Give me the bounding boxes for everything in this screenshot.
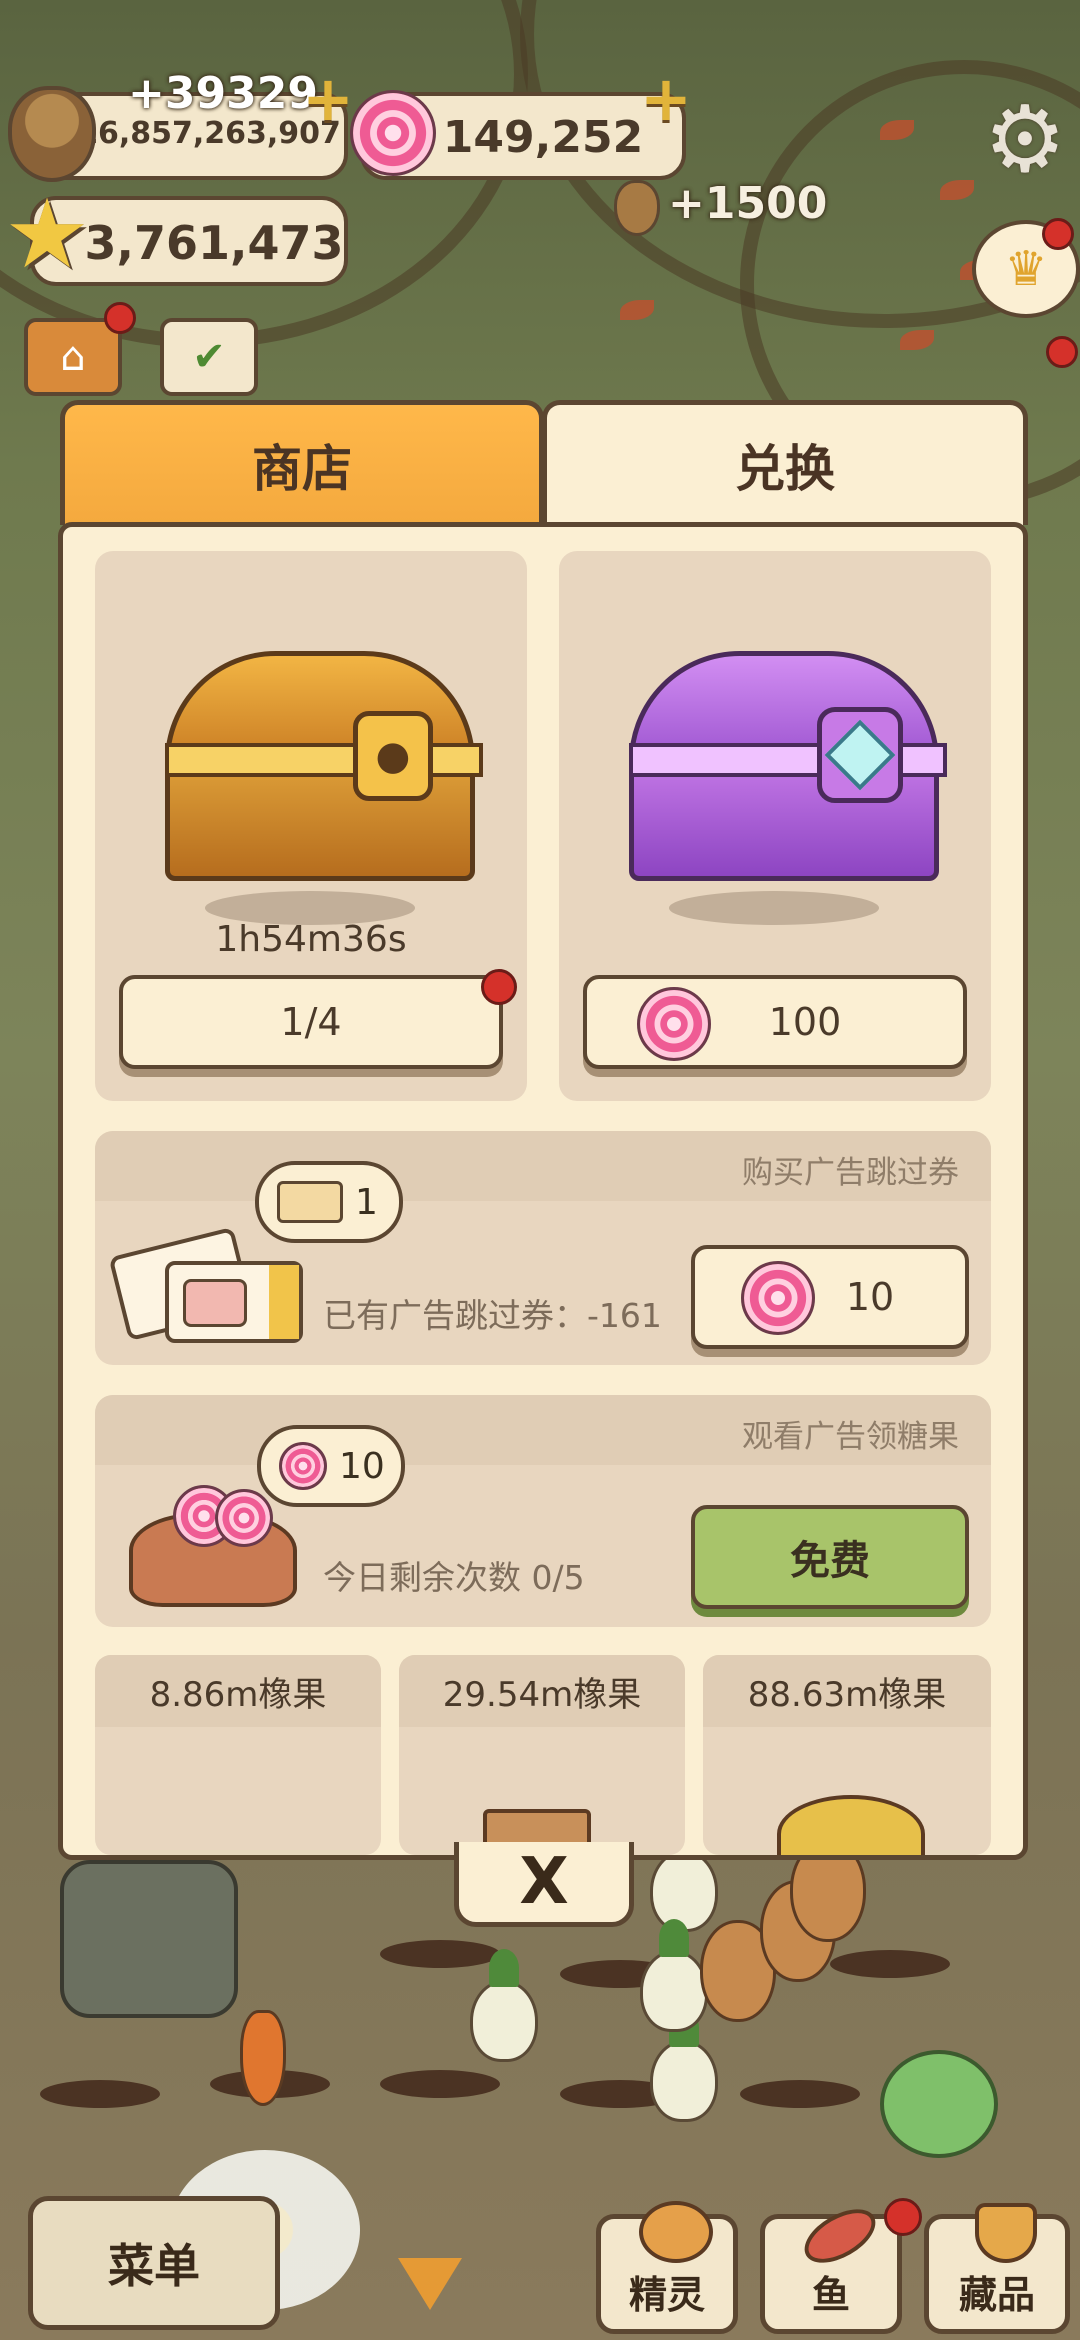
shop-stall-icon[interactable]: ⌂ — [24, 318, 122, 396]
cat-spirit-icon — [639, 2201, 713, 2263]
purple-chest-card[interactable]: 100 — [559, 551, 991, 1101]
sack-candy-icon-2 — [215, 1489, 273, 1547]
menu-button[interactable]: 菜单 — [28, 2196, 280, 2330]
purple-chest-price: 100 — [768, 1000, 842, 1044]
checklist-icon[interactable]: ✔ — [160, 318, 258, 396]
gold-chest-notification-dot — [481, 969, 517, 1005]
gold-chest-icon: ● — [165, 651, 483, 881]
close-panel-button[interactable]: X — [454, 1842, 634, 1927]
tab-shop-label: 商店 — [252, 440, 352, 498]
acorn-icon — [8, 86, 96, 182]
acorn-offer-3-label: 88.63m橡果 — [703, 1655, 991, 1727]
fish-button[interactable]: 鱼 — [760, 2198, 902, 2334]
tab-shop[interactable]: 商店 — [60, 400, 544, 525]
acorn-pot-icon — [777, 1795, 925, 1855]
gold-chest-count: 1/4 — [280, 1000, 342, 1044]
ad-skip-bubble-count: 1 — [355, 1181, 378, 1223]
shop-notification-dot — [104, 302, 136, 334]
free-button-label: 免费 — [790, 1538, 870, 1584]
watch-ad-remaining-text: 今日剩余次数 0/5 — [323, 1558, 585, 1597]
tab-exchange-label: 兑换 — [735, 440, 835, 498]
acorn-offer-2[interactable]: 29.54m橡果 — [399, 1655, 685, 1855]
purple-chest-icon — [629, 651, 947, 881]
floating-gain-text: +1500 — [668, 178, 828, 229]
menu-label: 菜单 — [108, 2239, 200, 2293]
settings-gear-icon[interactable]: ⚙ — [978, 86, 1072, 193]
candy-icon — [350, 90, 436, 176]
trophy-icon — [975, 2203, 1037, 2263]
side-notification-dot — [1046, 336, 1078, 368]
shop-panel: ● 1h54m36s 1/4 100 购买广告跳过券 1 已有广告跳过券：-16… — [58, 522, 1028, 1860]
gold-chest-card[interactable]: ● 1h54m36s 1/4 — [95, 551, 527, 1101]
acorn-offer-1-label: 8.86m橡果 — [95, 1655, 381, 1727]
collection-button[interactable]: 藏品 — [924, 2203, 1070, 2334]
gold-chest-timer: 1h54m36s — [215, 919, 407, 960]
watch-ad-candy-row: 观看广告领糖果 10 今日剩余次数 0/5 免费 — [95, 1395, 991, 1627]
close-icon: X — [519, 1845, 569, 1919]
ad-skip-price: 10 — [845, 1275, 895, 1319]
buy-purple-chest-button[interactable]: 100 — [583, 975, 967, 1069]
watch-ad-bubble-count: 10 — [339, 1445, 385, 1487]
open-gold-chest-button[interactable]: 1/4 — [119, 975, 503, 1069]
tab-exchange[interactable]: 兑换 — [542, 400, 1028, 525]
acorn-offer-2-label: 29.54m橡果 — [399, 1655, 685, 1727]
small-acorn-icon — [614, 180, 660, 236]
ad-skip-ticket-row: 购买广告跳过券 1 已有广告跳过券：-161 10 — [95, 1131, 991, 1365]
ad-skip-bubble: 1 — [255, 1161, 403, 1243]
spirit-button[interactable]: 精灵 — [596, 2201, 738, 2334]
collection-label: 藏品 — [958, 2273, 1035, 2317]
crown-notification-dot — [1042, 218, 1074, 250]
spirit-label: 精灵 — [628, 2273, 705, 2317]
candy-price-icon — [637, 987, 711, 1061]
watch-ad-bubble: 10 — [257, 1425, 405, 1507]
candy-price-icon-2 — [741, 1261, 815, 1335]
watch-ad-title: 观看广告领糖果 — [742, 1419, 959, 1455]
star-icon: ★ — [4, 178, 91, 290]
ad-skip-title: 购买广告跳过券 — [742, 1155, 959, 1191]
fish-notification-dot — [884, 2198, 922, 2236]
fish-label: 鱼 — [811, 2273, 850, 2317]
free-watch-ad-button[interactable]: 免费 — [691, 1505, 969, 1609]
acorn-offer-3[interactable]: 88.63m橡果 — [703, 1655, 991, 1855]
buy-ad-skip-button[interactable]: 10 — [691, 1245, 969, 1349]
acorn-offer-1[interactable]: 8.86m橡果 — [95, 1655, 381, 1855]
acorn-gain-floating: +39329 — [128, 68, 318, 119]
ad-ticket-icon-front — [165, 1261, 303, 1343]
add-candy-plus-icon[interactable]: + — [640, 62, 692, 135]
expand-triangle-icon[interactable] — [398, 2258, 462, 2310]
ad-skip-owned-text: 已有广告跳过券：-161 — [323, 1296, 662, 1335]
add-acorn-plus-icon[interactable]: + — [302, 62, 354, 135]
